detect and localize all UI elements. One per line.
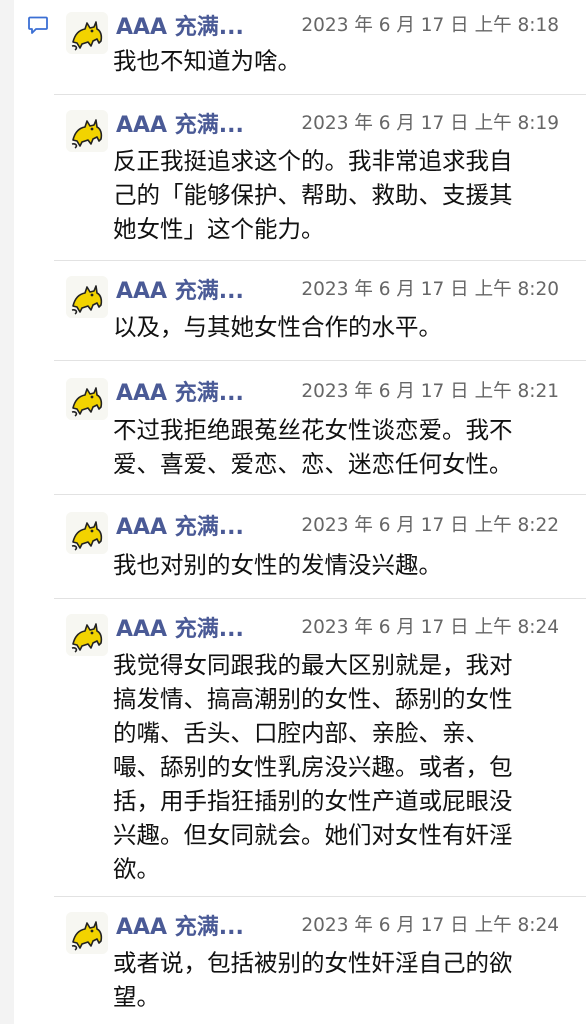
timestamp: 2023 年 6 月 17 日 上午 8:21 — [301, 381, 559, 402]
cat-avatar-icon[interactable] — [66, 12, 108, 54]
divider — [54, 896, 586, 897]
divider — [54, 94, 586, 95]
sender-name[interactable]: AAA 充满... — [116, 909, 244, 941]
message-line: 爱、喜爱、爱恋、恋、迷恋任何女性。 — [113, 450, 513, 478]
timestamp: 2023 年 6 月 17 日 上午 8:18 — [301, 15, 559, 36]
sender-name[interactable]: AAA 充满... — [116, 273, 244, 305]
divider — [54, 598, 586, 599]
message-line: 欲。 — [113, 855, 160, 883]
message-line: 的嘴、舌头、口腔内部、亲脸、亲、 — [113, 719, 489, 747]
message-line: 搞发情、搞高潮别的女性、舔别的女性 — [113, 685, 513, 713]
timestamp: 2023 年 6 月 17 日 上午 8:19 — [301, 113, 559, 134]
message-text: 我觉得女同跟我的最大区别就是，我对 搞发情、搞高潮别的女性、舔别的女性 的嘴、舌… — [113, 648, 568, 886]
message-line: 望。 — [113, 983, 160, 1011]
message-item[interactable]: AAA 充满... 2023 年 6 月 17 日 上午 8:20 以及，与其她… — [54, 270, 586, 360]
message-item[interactable]: AAA 充满... 2023 年 6 月 17 日 上午 8:24 我觉得女同跟… — [54, 608, 586, 896]
message-item[interactable]: AAA 充满... 2023 年 6 月 17 日 上午 8:21 不过我拒绝跟… — [54, 372, 586, 494]
message-item[interactable]: AAA 充满... 2023 年 6 月 17 日 上午 8:24 或者说，包括… — [54, 906, 586, 1024]
cat-avatar-icon[interactable] — [66, 614, 108, 656]
cat-avatar-icon[interactable] — [66, 110, 108, 152]
message-line: 嘬、舔别的女性乳房没兴趣。或者，包 — [113, 753, 513, 781]
sender-name[interactable]: AAA 充满... — [116, 9, 244, 41]
sender-name[interactable]: AAA 充满... — [116, 375, 244, 407]
timestamp: 2023 年 6 月 17 日 上午 8:24 — [301, 915, 559, 936]
message-text: 以及，与其她女性合作的水平。 — [113, 310, 568, 344]
divider — [54, 360, 586, 361]
left-rail — [0, 0, 14, 1024]
timestamp: 2023 年 6 月 17 日 上午 8:24 — [301, 617, 559, 638]
message-item[interactable]: AAA 充满... 2023 年 6 月 17 日 上午 8:22 我也对别的女… — [54, 506, 586, 598]
cat-avatar-icon[interactable] — [66, 912, 108, 954]
message-line: 她女性」这个能力。 — [113, 215, 325, 243]
message-line: 不过我拒绝跟菟丝花女性谈恋爱。我不 — [113, 416, 513, 444]
divider — [54, 260, 586, 261]
message-line: 我也对别的女性的发情没兴趣。 — [113, 551, 442, 579]
message-line: 兴趣。但女同就会。她们对女性有奸淫 — [113, 821, 513, 849]
message-line: 或者说，包括被别的女性奸淫自己的欲 — [113, 949, 513, 977]
message-line: 反正我挺追求这个的。我非常追求我自 — [113, 147, 513, 175]
cat-avatar-icon[interactable] — [66, 276, 108, 318]
message-line: 以及，与其她女性合作的水平。 — [113, 313, 442, 341]
cat-avatar-icon[interactable] — [66, 378, 108, 420]
sender-name[interactable]: AAA 充满... — [116, 611, 244, 643]
message-text: 我也不知道为啥。 — [113, 44, 568, 78]
timestamp: 2023 年 6 月 17 日 上午 8:22 — [301, 515, 559, 536]
message-item[interactable]: AAA 充满... 2023 年 6 月 17 日 上午 8:19 反正我挺追求… — [54, 104, 586, 260]
message-item[interactable]: AAA 充满... 2023 年 6 月 17 日 上午 8:18 我也不知道为… — [54, 6, 586, 94]
timestamp: 2023 年 6 月 17 日 上午 8:20 — [301, 279, 559, 300]
divider — [54, 494, 586, 495]
cat-avatar-icon[interactable] — [66, 512, 108, 554]
message-text: 或者说，包括被别的女性奸淫自己的欲 望。 — [113, 946, 568, 1014]
message-line: 我也不知道为啥。 — [113, 47, 301, 75]
message-text: 我也对别的女性的发情没兴趣。 — [113, 548, 568, 582]
message-line: 括，用手指狂插别的女性产道或屁眼没 — [113, 787, 513, 815]
message-line: 我觉得女同跟我的最大区别就是，我对 — [113, 651, 513, 679]
message-line: 己的「能够保护、帮助、救助、支援其 — [113, 181, 513, 209]
message-text: 不过我拒绝跟菟丝花女性谈恋爱。我不 爱、喜爱、爱恋、恋、迷恋任何女性。 — [113, 413, 568, 481]
comment-icon[interactable] — [28, 16, 48, 34]
sender-name[interactable]: AAA 充满... — [116, 509, 244, 541]
message-text: 反正我挺追求这个的。我非常追求我自 己的「能够保护、帮助、救助、支援其 她女性」… — [113, 144, 568, 246]
sender-name[interactable]: AAA 充满... — [116, 107, 244, 139]
